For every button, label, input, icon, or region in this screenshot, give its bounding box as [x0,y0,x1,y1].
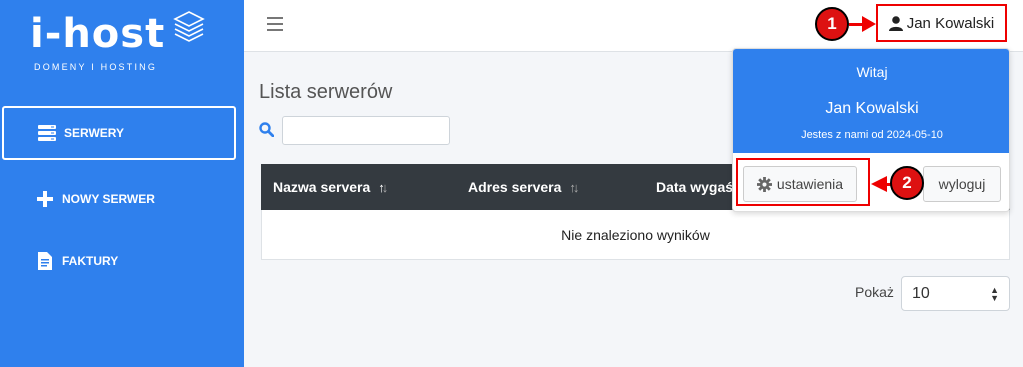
column-header-address[interactable]: Adres servera ↑↓ [468,179,579,195]
sidebar-item-invoices[interactable]: FAKTURY [2,234,236,288]
callout-badge-2: 2 [890,166,924,200]
user-menu-label: Jan Kowalski [906,14,995,32]
sidebar-item-new-server[interactable]: NOWY SERWER [2,172,236,226]
column-label: Nazwa servera [273,179,371,195]
search-input[interactable] [282,116,450,145]
callout-badge-1: 1 [815,7,849,41]
page-size-label: Pokaż [855,284,894,300]
sidebar-item-label: NOWY SERWER [62,192,155,206]
page-title: Lista serwerów [259,81,393,103]
dropdown-greeting: Witaj [856,64,888,80]
page-size-value: 10 [912,284,930,302]
user-menu-button[interactable]: Jan Kowalski [876,4,1007,42]
sidebar-item-label: SERWERY [64,126,125,140]
layers-icon [173,11,205,42]
table-empty-row: Nie znaleziono wyników [261,210,1010,260]
menu-toggle-icon[interactable] [267,17,283,33]
plus-icon [36,190,54,208]
invoice-icon [36,252,54,270]
dropdown-header: Witaj Jan Kowalski Jestes z nami od 2024… [733,49,1009,153]
topbar: Jan Kowalski [244,0,1023,52]
logout-button[interactable]: wyloguj [923,166,1001,202]
sidebar: i-host DOMENY I HOSTING SERWERY NOWY SER… [0,0,244,367]
sort-icon: ↑↓ [378,179,388,195]
logo[interactable]: i-host DOMENY I HOSTING [30,11,205,72]
dropdown-member-since: Jestes z nami od 2024-05-10 [801,129,943,141]
logo-text: i-host [30,11,166,57]
column-label: Adres servera [468,179,562,195]
dropdown-username: Jan Kowalski [825,100,919,117]
sort-icon: ↑↓ [569,179,579,195]
logout-label: wyloguj [938,176,986,192]
sidebar-item-label: FAKTURY [62,254,119,268]
settings-highlight [736,158,870,206]
column-header-name[interactable]: Nazwa servera ↑↓ [273,179,388,195]
search-icon [259,122,274,137]
server-icon [38,124,56,142]
empty-message: Nie znaleziono wyników [561,226,710,243]
arrow-head-icon [862,16,876,32]
sidebar-item-servers[interactable]: SERWERY [2,106,236,160]
select-arrows-icon: ▲ ▼ [990,284,999,303]
page-size-select[interactable]: 10 ▲ ▼ [901,276,1010,311]
user-icon [888,15,903,31]
logo-tagline: DOMENY I HOSTING [34,62,158,72]
